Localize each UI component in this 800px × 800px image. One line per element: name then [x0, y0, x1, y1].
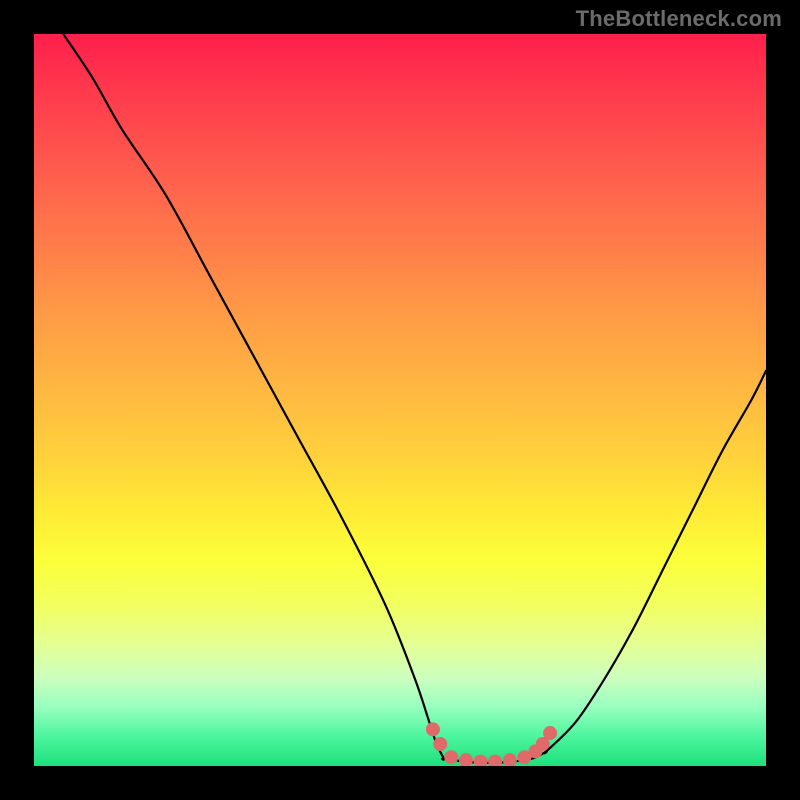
- marker-dot: [426, 722, 440, 736]
- marker-dot: [543, 726, 557, 740]
- curve-layer: [34, 34, 766, 766]
- plot-area: [34, 34, 766, 766]
- marker-dot: [488, 755, 502, 766]
- marker-dot: [474, 755, 488, 766]
- chart-frame: TheBottleneck.com: [0, 0, 800, 800]
- watermark-text: TheBottleneck.com: [576, 6, 782, 32]
- optimal-zone-markers: [426, 722, 557, 766]
- bottleneck-curve: [63, 34, 766, 763]
- marker-dot: [503, 753, 517, 766]
- marker-dot: [444, 750, 458, 764]
- marker-dot: [433, 737, 447, 751]
- marker-dot: [459, 753, 473, 766]
